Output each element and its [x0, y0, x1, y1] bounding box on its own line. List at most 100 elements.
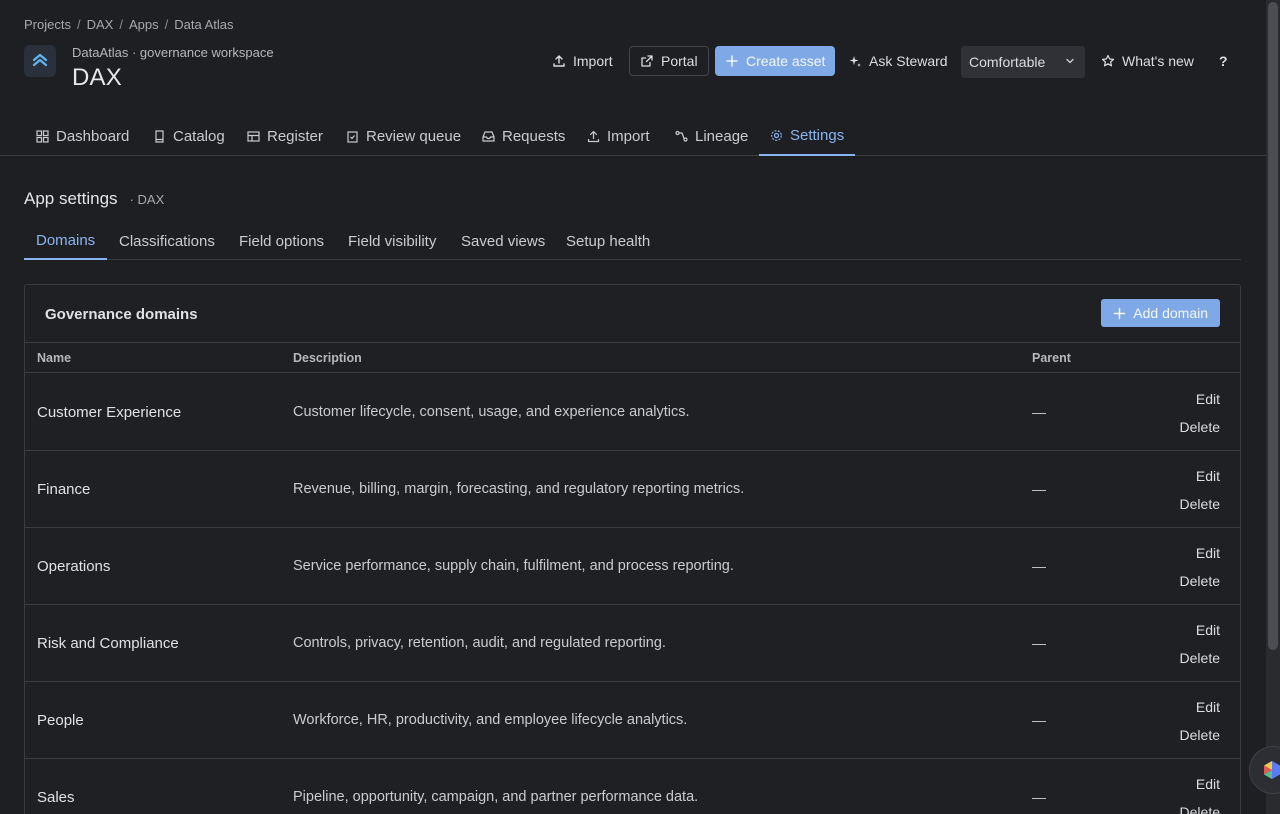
delete-button[interactable]: Delete — [1180, 727, 1220, 743]
book-icon — [155, 129, 164, 143]
tab-requests[interactable]: Requests — [471, 116, 576, 156]
table-row: Risk and Compliance Controls, privacy, r… — [25, 605, 1240, 682]
delete-button[interactable]: Delete — [1180, 650, 1220, 666]
table-header: Name Description Parent — [25, 342, 1240, 373]
settings-tabs: Domains Classifications Field options Fi… — [24, 222, 1241, 260]
breadcrumb-data-atlas[interactable]: Data Atlas — [174, 17, 233, 32]
tab-saved-views[interactable]: Saved views — [449, 222, 557, 260]
scrollbar-thumb[interactable] — [1268, 2, 1278, 650]
tab-label: Requests — [502, 127, 566, 145]
breadcrumb-separator: / — [119, 17, 123, 32]
column-name[interactable]: Name — [37, 351, 71, 365]
upload-icon — [553, 55, 565, 67]
breadcrumb: Projects / DAX / Apps / Data Atlas — [24, 17, 233, 32]
external-link-icon — [641, 55, 653, 67]
chevron-down-icon — [1066, 58, 1074, 64]
domain-name: People — [37, 712, 84, 729]
dashboard-icon — [36, 129, 49, 143]
ask-steward-label: Ask Steward — [869, 53, 948, 69]
domain-parent: — — [1032, 635, 1046, 651]
tab-register[interactable]: Register — [236, 116, 334, 156]
tab-settings[interactable]: Settings — [759, 116, 856, 156]
domain-description: Service performance, supply chain, fulfi… — [293, 558, 734, 574]
delete-button[interactable]: Delete — [1180, 573, 1220, 589]
breadcrumb-separator: / — [76, 17, 81, 32]
create-asset-label: Create asset — [746, 53, 826, 69]
domain-parent: — — [1032, 404, 1046, 420]
density-select[interactable]: Comfortable — [961, 46, 1085, 78]
breadcrumb-separator: / — [164, 17, 169, 32]
help-button[interactable]: ? — [1219, 46, 1228, 76]
domain-description: Workforce, HR, productivity, and employe… — [293, 712, 688, 728]
domain-name: Customer Experience — [37, 404, 182, 421]
breadcrumb-dax[interactable]: DAX — [87, 17, 114, 32]
tab-setup-health[interactable]: Setup health — [554, 222, 662, 260]
edit-button[interactable]: Edit — [1196, 391, 1220, 407]
table-row: Operations Service performance, supply c… — [25, 528, 1240, 605]
domain-description: Pipeline, opportunity, campaign, and par… — [293, 789, 699, 805]
table-row: Finance Revenue, billing, margin, foreca… — [25, 451, 1240, 528]
domain-name: Finance — [37, 481, 91, 498]
domain-parent: — — [1032, 789, 1046, 805]
tab-dashboard[interactable]: Dashboard — [25, 116, 140, 156]
card-title: Governance domains — [45, 306, 198, 323]
whats-new-button[interactable]: What's new — [1101, 46, 1194, 76]
sparkle-icon — [849, 56, 861, 67]
tab-lineage[interactable]: Lineage — [664, 116, 759, 156]
header-actions: Import Portal Create asset Ask Steward C… — [0, 46, 1266, 78]
portal-button[interactable]: Portal — [629, 46, 709, 76]
assistant-logo-icon — [1264, 761, 1280, 779]
tab-field-visibility[interactable]: Field visibility — [336, 222, 448, 260]
delete-button[interactable]: Delete — [1180, 804, 1220, 814]
tab-label: Settings — [790, 126, 845, 144]
tab-catalog[interactable]: Catalog — [142, 116, 236, 156]
create-asset-button[interactable]: Create asset — [715, 46, 836, 76]
domain-parent: — — [1032, 558, 1046, 574]
tab-import[interactable]: Import — [576, 116, 661, 156]
page-scrollbar[interactable] — [1266, 0, 1280, 814]
portal-label: Portal — [661, 53, 698, 69]
ask-steward-button[interactable]: Ask Steward — [848, 46, 948, 76]
domain-name: Operations — [37, 558, 111, 575]
breadcrumb-apps[interactable]: Apps — [129, 17, 159, 32]
domain-description: Revenue, billing, margin, forecasting, a… — [293, 481, 745, 497]
breadcrumb-projects[interactable]: Projects — [24, 17, 71, 32]
domain-description: Customer lifecycle, consent, usage, and … — [293, 404, 690, 420]
edit-button[interactable]: Edit — [1196, 699, 1220, 715]
settings-scope: · DAX — [129, 192, 165, 207]
tab-classifications[interactable]: Classifications — [107, 222, 227, 260]
plus-icon — [726, 55, 738, 67]
edit-button[interactable]: Edit — [1196, 622, 1220, 638]
app-page: Projects / DAX / Apps / Data Atlas DataA… — [0, 0, 1266, 814]
whats-new-label: What's new — [1122, 53, 1194, 69]
upload-icon — [587, 130, 600, 142]
tab-domains[interactable]: Domains — [24, 222, 108, 260]
add-domain-button[interactable]: Add domain — [1101, 299, 1220, 327]
tab-label: Lineage — [695, 127, 749, 145]
domain-parent: — — [1032, 481, 1046, 497]
import-button[interactable]: Import — [552, 46, 613, 76]
delete-button[interactable]: Delete — [1180, 419, 1220, 435]
edit-button[interactable]: Edit — [1196, 468, 1220, 484]
clipboard-check-icon — [347, 130, 358, 143]
domain-description: Controls, privacy, retention, audit, and… — [293, 635, 666, 651]
domain-name: Risk and Compliance — [37, 635, 179, 652]
gear-icon — [771, 129, 782, 141]
inbox-icon — [482, 130, 495, 142]
tab-review-queue[interactable]: Review queue — [335, 116, 472, 156]
delete-button[interactable]: Delete — [1180, 496, 1220, 512]
tab-label: Review queue — [366, 127, 462, 145]
lineage-icon — [675, 130, 688, 142]
domain-name: Sales — [37, 789, 75, 806]
edit-button[interactable]: Edit — [1196, 776, 1220, 792]
main-tabs: Dashboard Catalog Register Review queue … — [0, 116, 1266, 156]
table-icon — [247, 130, 260, 142]
tab-label: Import — [607, 127, 650, 145]
table-row: Customer Experience Customer lifecycle, … — [25, 374, 1240, 451]
tab-label: Dashboard — [56, 127, 130, 145]
column-description[interactable]: Description — [293, 351, 362, 365]
tab-field-options[interactable]: Field options — [227, 222, 336, 260]
edit-button[interactable]: Edit — [1196, 545, 1220, 561]
star-icon — [1101, 54, 1115, 67]
column-parent[interactable]: Parent — [1032, 351, 1071, 365]
